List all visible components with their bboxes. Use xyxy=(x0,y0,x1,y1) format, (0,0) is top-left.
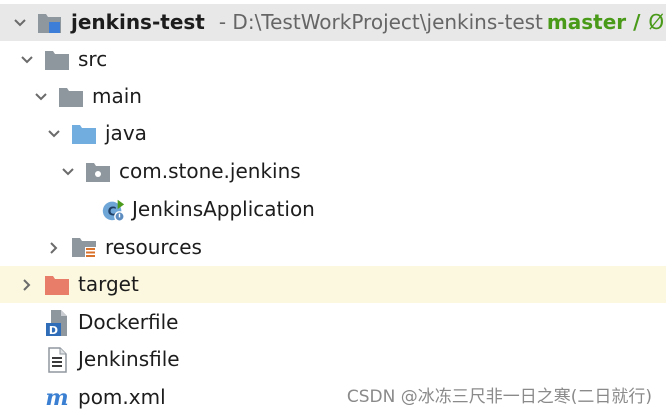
chevron-right-icon[interactable] xyxy=(42,236,66,260)
tree-label-src: src xyxy=(78,47,108,71)
excluded-folder-icon xyxy=(44,272,70,298)
module-folder-icon xyxy=(37,10,63,36)
maven-icon: m xyxy=(44,385,70,411)
tree-label-app-class: JenkinsApplication xyxy=(132,197,315,221)
tree-label-target: target xyxy=(78,272,139,296)
tree-row-package[interactable]: com.stone.jenkins xyxy=(0,153,666,190)
tree-row-app-class[interactable]: C JenkinsApplication xyxy=(0,191,666,228)
git-status: Ø xyxy=(648,10,665,34)
tree-row-jenkinsfile[interactable]: Jenkinsfile xyxy=(0,341,666,378)
tree-row-java[interactable]: java xyxy=(0,115,666,152)
folder-icon xyxy=(58,84,84,110)
tree-label-dockerfile: Dockerfile xyxy=(78,310,179,334)
resources-root-icon xyxy=(71,235,97,261)
tree-row-src[interactable]: src xyxy=(0,41,666,78)
chevron-down-icon[interactable] xyxy=(15,48,39,72)
spring-boot-class-icon: C xyxy=(100,197,126,223)
chevron-down-icon[interactable] xyxy=(42,122,66,146)
svg-text:D: D xyxy=(49,324,58,337)
tree-row-main[interactable]: main xyxy=(0,78,666,115)
package-icon xyxy=(85,159,111,185)
tree-label-main: main xyxy=(92,84,142,108)
tree-label-package: com.stone.jenkins xyxy=(119,159,301,183)
tree-row-dockerfile[interactable]: D Dockerfile xyxy=(0,304,666,341)
tree-label-java: java xyxy=(105,121,147,145)
csdn-watermark: CSDN @冰冻三尺非一日之寒(二日就行) xyxy=(346,387,652,407)
chevron-right-icon[interactable] xyxy=(15,273,39,297)
tree-row-target[interactable]: target xyxy=(0,266,666,303)
tree-row-project[interactable]: jenkins-test - D:\TestWorkProject\jenkin… xyxy=(0,4,666,41)
chevron-down-icon[interactable] xyxy=(56,160,80,184)
tree-row-resources[interactable]: resources xyxy=(0,229,666,266)
chevron-down-icon[interactable] xyxy=(8,11,32,35)
project-path: - D:\TestWorkProject\jenkins-test xyxy=(218,10,543,34)
tree-label-jenkinsfile: Jenkinsfile xyxy=(78,347,180,371)
source-root-icon xyxy=(71,121,97,147)
text-file-icon xyxy=(44,346,70,373)
folder-icon xyxy=(44,47,70,73)
tree-label-resources: resources xyxy=(105,235,202,259)
project-name: jenkins-test xyxy=(71,10,205,34)
tree-label-pom: pom.xml xyxy=(78,385,166,409)
git-branch: master / xyxy=(546,10,641,34)
svg-text:m: m xyxy=(45,386,68,410)
dockerfile-icon: D xyxy=(44,309,70,337)
chevron-down-icon[interactable] xyxy=(29,85,53,109)
